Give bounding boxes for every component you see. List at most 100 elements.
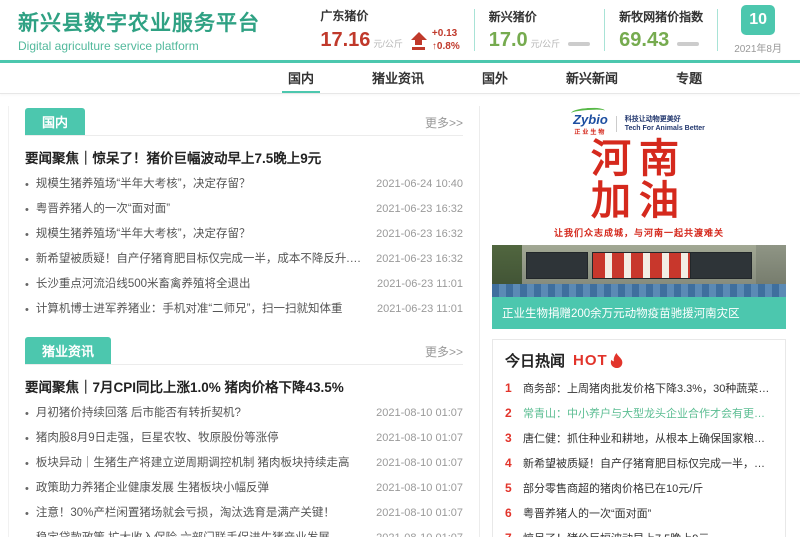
bullet-icon (25, 222, 36, 247)
news-time: 2021-08-10 01:07 (376, 402, 463, 425)
section-headline[interactable]: 要闻聚焦｜惊呆了！猪价巨幅波动早上7.5晚上9元 (25, 147, 463, 167)
nav-tab-label: 专题 (676, 68, 702, 87)
banner-slogan: 科技让动物更美好 Tech For Animals Better (625, 115, 705, 133)
nav-tab[interactable]: 新兴新闻 (560, 63, 624, 93)
news-title: 规模生猪养殖场“半年大考核”，决定存留？ (36, 173, 364, 196)
section-tag[interactable]: 国内 (25, 108, 85, 135)
news-time: 2021-06-23 11:01 (377, 273, 463, 296)
nav-tabs: 国内 猪业资讯 国外 新兴新闻 专题 (282, 63, 754, 93)
banner-photo (492, 245, 786, 297)
hot-rank: 5 (505, 481, 523, 495)
hot-news-list: 1 商务部：上周猪肉批发价格下降3.3%，30种蔬菜也降价 2 常青山：中小养户… (505, 380, 773, 537)
ad-banner[interactable]: Zybio 正业生物 科技让动物更美好 Tech For Animals Bet… (492, 106, 786, 329)
ticker-unit: 元/公斤 (531, 37, 561, 50)
photo-vaccine-boxes (592, 252, 694, 279)
bullet-icon (25, 501, 36, 526)
banner-slogan-en: Tech For Animals Better (625, 125, 705, 132)
section-tag[interactable]: 猪业资讯 (25, 337, 111, 364)
news-column: 国内 更多>> 要闻聚焦｜惊呆了！猪价巨幅波动早上7.5晚上9元 规模生猪养殖场… (8, 106, 480, 537)
photo-truck (526, 252, 588, 279)
news-item[interactable]: 计算机博士进军养猪业：手机对准“二师兄”，扫一扫就知体重 2021-06-23 … (25, 297, 463, 322)
ticker-xinxing-price: 新兴猪价 17.0 元/公斤 (475, 8, 604, 52)
hot-news-panel: 今日热闻 HOT 1 商务部：上周猪肉批发价格下降3.3%，30种蔬菜也降价 2… (492, 339, 786, 537)
bullet-icon (25, 426, 36, 451)
hot-news-item-title: 部分零售商超的猪肉价格已在10元/斤 (523, 480, 703, 496)
bullet-icon (25, 197, 36, 222)
news-item[interactable]: 政策助力养猪企业健康发展 生猪板块小幅反弹 2021-08-10 01:07 (25, 476, 463, 501)
hot-news-item[interactable]: 3 唐仁健：抓住种业和耕地，从根本上确保国家粮食安全 (505, 430, 773, 446)
ticker-price-index: 新牧网猪价指数 69.43 (605, 8, 717, 52)
bullet-icon (25, 297, 36, 322)
news-item[interactable]: 新希望被质疑！自产仔猪育肥目标仅完成一半，成本不降反升...... 2021-0… (25, 247, 463, 272)
news-list: 规模生猪养殖场“半年大考核”，决定存留？ 2021-06-24 10:40 粤晋… (25, 172, 463, 322)
banner-headline-line2: 加油 (492, 180, 786, 222)
news-title: 政策助力养猪企业健康发展 生猪板块小幅反弹 (36, 477, 364, 500)
news-item[interactable]: 注意！30%产栏闲置猪场就会亏损，淘汰选育是满产关键！ 2021-08-10 0… (25, 501, 463, 526)
news-time: 2021-08-10 01:07 (376, 452, 463, 475)
news-item[interactable]: 月初猪价持续回落 后市能否有转折契机? 2021-08-10 01:07 (25, 401, 463, 426)
news-title: 猪肉股8月9日走强，巨星农牧、牧原股份等涨停 (36, 427, 364, 450)
hot-news-item[interactable]: 1 商务部：上周猪肉批发价格下降3.3%，30种蔬菜也降价 (505, 380, 773, 396)
hot-rank: 4 (505, 456, 523, 470)
sidebar-column: Zybio 正业生物 科技让动物更美好 Tech For Animals Bet… (480, 106, 788, 537)
nav-tab-label: 国外 (482, 68, 508, 87)
ticker-value: 17.0 (489, 29, 528, 52)
hot-news-item[interactable]: 2 常青山：中小养户与大型龙头企业合作才会有更大的发展空间 (505, 405, 773, 421)
news-time: 2021-08-10 01:07 (376, 502, 463, 525)
site-header: 新兴县数字农业服务平台 Digital agriculture service … (0, 0, 800, 60)
ticker-value: 17.16 (320, 29, 370, 52)
hot-news-item[interactable]: 7 惊呆了！猪价巨幅波动早上7.5晚上9元 (505, 530, 773, 537)
news-title: 板块异动｜生猪生产将建立逆周期调控机制 猪肉板块持续走高 (36, 452, 364, 475)
news-time: 2021-08-10 01:07 (376, 427, 463, 450)
section-domestic: 国内 更多>> 要闻聚焦｜惊呆了！猪价巨幅波动早上7.5晚上9元 规模生猪养殖场… (25, 108, 463, 322)
news-time: 2021-06-23 16:32 (376, 198, 463, 221)
nav-tab[interactable]: 国内 (282, 63, 320, 93)
news-item[interactable]: 板块异动｜生猪生产将建立逆周期调控机制 猪肉板块持续走高 2021-08-10 … (25, 451, 463, 476)
nav-tab[interactable]: 专题 (670, 63, 708, 93)
news-item[interactable]: 规模生猪养殖场“半年大考核”，决定存留？ 2021-06-24 10:40 (25, 172, 463, 197)
news-title: 稳定贷款政策 扩大收入保险 六部门联手促进生猪产业发展 (36, 527, 364, 537)
section-pig-industry: 猪业资讯 更多>> 要闻聚焦｜7月CPI同比上涨1.0% 猪肉价格下降43.5%… (25, 337, 463, 537)
bullet-icon (25, 172, 36, 197)
date-month: 2021年8月 (734, 40, 782, 55)
date-widget: 10 2021年8月 (718, 5, 790, 55)
hot-news-item[interactable]: 5 部分零售商超的猪肉价格已在10元/斤 (505, 480, 773, 496)
nav-tab-label: 猪业资讯 (372, 68, 424, 87)
section-headline[interactable]: 要闻聚焦｜7月CPI同比上涨1.0% 猪肉价格下降43.5% (25, 376, 463, 396)
zybio-logo: Zybio 正业生物 (573, 112, 608, 136)
site-title: 新兴县数字农业服务平台 (18, 7, 260, 37)
site-logo[interactable]: 新兴县数字农业服务平台 Digital agriculture service … (18, 7, 260, 53)
bullet-icon (25, 272, 36, 297)
hot-news-item-title: 常青山：中小养户与大型龙头企业合作才会有更大的发展空间 (523, 405, 773, 421)
news-item[interactable]: 规模生猪养殖场“半年大考核”，决定存留？ 2021-06-23 16:32 (25, 222, 463, 247)
hot-rank: 7 (505, 531, 523, 537)
news-time: 2021-06-23 16:32 (376, 248, 463, 271)
hot-rank: 6 (505, 506, 523, 520)
hot-news-item[interactable]: 6 粤晋养猪人的一次“面对面” (505, 505, 773, 521)
flat-trend-icon (568, 42, 590, 46)
ticker-label: 新牧网猪价指数 (619, 8, 703, 25)
content-area: 国内 更多>> 要闻聚焦｜惊呆了！猪价巨幅波动早上7.5晚上9元 规模生猪养殖场… (0, 94, 800, 537)
news-time: 2021-06-24 10:40 (376, 173, 463, 196)
news-item[interactable]: 粤晋养猪人的一次“面对面” 2021-06-23 16:32 (25, 197, 463, 222)
hot-news-header: 今日热闻 HOT (505, 350, 773, 371)
hot-rank: 3 (505, 431, 523, 445)
ticker-label: 新兴猪价 (489, 8, 590, 25)
news-item[interactable]: 猪肉股8月9日走强，巨星农牧、牧原股份等涨停 2021-08-10 01:07 (25, 426, 463, 451)
more-link[interactable]: 更多>> (425, 114, 463, 135)
news-title: 长沙重点河流沿线500米畜禽养殖将全退出 (36, 273, 365, 296)
news-title: 计算机博士进军养猪业：手机对准“二师兄”，扫一扫就知体重 (36, 298, 365, 321)
hot-news-item[interactable]: 4 新希望被质疑！自产仔猪育肥目标仅完成一半，成本不降反升...... (505, 455, 773, 471)
banner-subline: 让我们众志成城，与河南一起共渡难关 (492, 226, 786, 239)
banner-logo-row: Zybio 正业生物 科技让动物更美好 Tech For Animals Bet… (492, 106, 786, 138)
flat-trend-icon (677, 42, 699, 46)
news-time: 2021-08-10 01:07 (376, 477, 463, 500)
nav-tab[interactable]: 国外 (476, 63, 514, 93)
news-item[interactable]: 稳定贷款政策 扩大收入保险 六部门联手促进生猪产业发展 2021-08-10 0… (25, 526, 463, 537)
nav-tab[interactable]: 猪业资讯 (366, 63, 430, 93)
news-item[interactable]: 长沙重点河流沿线500米畜禽养殖将全退出 2021-06-23 11:01 (25, 272, 463, 297)
ticker-label: 广东猪价 (320, 7, 459, 24)
news-title: 月初猪价持续回落 后市能否有转折契机? (36, 402, 364, 425)
more-link[interactable]: 更多>> (425, 343, 463, 364)
ticker-unit: 元/公斤 (373, 37, 403, 50)
